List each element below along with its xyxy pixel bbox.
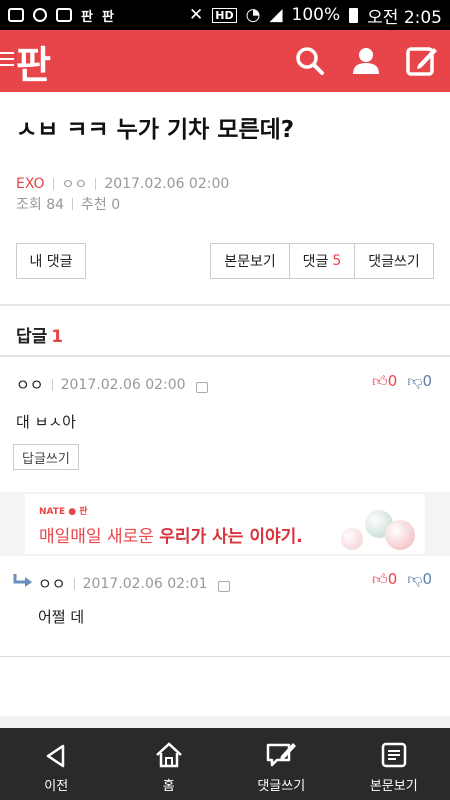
nav-back-label: 이전: [44, 779, 69, 794]
document-icon: [381, 742, 406, 768]
battery-text: 100%: [291, 5, 341, 25]
comments-tab-button[interactable]: 댓글 5: [289, 243, 355, 279]
write-icon[interactable]: [405, 44, 439, 78]
my-comments-button[interactable]: 내 댓글: [16, 243, 86, 279]
post-meta: EXO ㅇㅇ 2017.02.06 02:00: [16, 174, 229, 194]
thumbs-up-icon: 👍︎: [372, 570, 388, 588]
nav-write-comment[interactable]: 댓글쓰기: [225, 728, 338, 800]
post-recommends: 추천 0: [81, 197, 121, 213]
upvote-button[interactable]: 👍︎0: [372, 570, 397, 589]
thumbs-down-icon: 👎︎: [407, 570, 423, 588]
view-post-button[interactable]: 본문보기: [210, 243, 290, 279]
comments-count: 5: [332, 253, 342, 269]
hd-icon: HD: [212, 7, 237, 23]
nav-view-post-label: 본문보기: [369, 779, 418, 794]
nav-write-comment-label: 댓글쓰기: [257, 779, 306, 794]
ad-text-plain: 매일매일 새로운: [39, 527, 160, 547]
back-icon: [47, 744, 65, 768]
comments-label: 댓글: [302, 254, 329, 270]
signal-icon: ◢: [269, 5, 283, 25]
nav-home[interactable]: 홈: [113, 728, 226, 800]
app-badge-1: 판: [81, 9, 93, 25]
thumbs-down-icon: 👎︎: [407, 372, 423, 390]
wifi-icon: ◔: [245, 5, 261, 25]
image-notification-icon: [56, 8, 72, 22]
report-icon[interactable]: [195, 382, 208, 393]
bottom-nav: 이전 홈 댓글쓰기 본문보기: [0, 728, 450, 800]
status-bar: 판 판 ✕ HD ◔ ◢ 100% 오전 2:05: [0, 0, 450, 30]
comment-votes: 👍︎0 👎︎0: [372, 570, 432, 589]
comment-header: ㅇㅇ 2017.02.06 02:00: [16, 374, 208, 395]
footer-strip: [0, 716, 450, 728]
post-title: ㅅㅂ ㅋㅋ 누가 기차 모른데?: [16, 117, 295, 143]
chat-notification-icon: [8, 8, 24, 22]
write-comment-button[interactable]: 댓글쓰기: [354, 243, 434, 279]
upvote-count: 0: [387, 570, 398, 588]
thumbs-up-icon: 👍︎: [372, 372, 388, 390]
divider: [51, 378, 53, 391]
ad-text: 매일매일 새로운 우리가 사는 이야기.: [39, 522, 303, 547]
divider: [52, 178, 54, 190]
comment-body: 어쩔 데: [38, 608, 85, 626]
upvote-button[interactable]: 👍︎0: [372, 372, 397, 391]
search-icon[interactable]: [293, 44, 327, 78]
post-views: 조회 84: [16, 197, 65, 213]
comment-votes: 👍︎0 👎︎0: [372, 372, 432, 391]
upvote-count: 0: [387, 372, 398, 390]
replies-header: 답글 1: [16, 322, 63, 347]
replies-label: 답글: [16, 327, 48, 347]
pearl-image: [385, 520, 415, 550]
post-category[interactable]: EXO: [16, 176, 45, 192]
reply-button-label: 답글쓰기: [22, 451, 70, 467]
report-icon[interactable]: [217, 581, 230, 592]
divider: [0, 355, 450, 357]
nav-back[interactable]: 이전: [0, 728, 113, 800]
mute-icon: ✕: [189, 5, 204, 25]
view-post-label: 본문보기: [224, 254, 276, 270]
logo[interactable]: 판: [16, 34, 51, 89]
comment-header: ㅇㅇ 2017.02.06 02:01: [38, 573, 230, 594]
replies-count: 1: [51, 327, 64, 347]
post-date: 2017.02.06 02:00: [104, 176, 230, 192]
divider: [72, 198, 74, 210]
reply-arrow-icon: [13, 574, 32, 587]
comment-author: ㅇㅇ: [38, 575, 66, 593]
status-right: ✕ HD ◔ ◢ 100% 오전 2:05: [189, 3, 442, 28]
divider: [0, 656, 450, 657]
post-stats: 조회 84 추천 0: [16, 194, 120, 214]
write-comment-label: 댓글쓰기: [368, 254, 420, 270]
comment-date: 2017.02.06 02:00: [60, 376, 186, 393]
comment-body: 대 ㅂㅅ아: [16, 413, 76, 431]
ad-text-bold: 우리가 사는 이야기.: [159, 527, 303, 547]
comment-author: ㅇㅇ: [16, 376, 44, 394]
battery-icon: [349, 7, 359, 23]
write-comment-icon: [267, 743, 297, 767]
reply-button[interactable]: 답글쓰기: [13, 444, 79, 470]
downvote-button[interactable]: 👎︎0: [407, 570, 432, 589]
downvote-button[interactable]: 👎︎0: [407, 372, 432, 391]
status-left: 판 판: [8, 6, 114, 25]
app-header: 판: [0, 30, 450, 92]
circle-notification-icon: [33, 8, 47, 22]
app-badge-2: 판: [101, 9, 114, 25]
ad-banner[interactable]: NATE ● 판 매일매일 새로운 우리가 사는 이야기.: [25, 494, 425, 554]
nav-home-label: 홈: [162, 779, 175, 794]
downvote-count: 0: [422, 372, 433, 390]
clock: 오전 2:05: [367, 7, 442, 28]
divider: [73, 577, 75, 590]
post-author: ㅇㅇ: [61, 177, 88, 193]
divider: [95, 178, 97, 190]
ad-brand: NATE ● 판: [39, 507, 88, 517]
downvote-count: 0: [422, 570, 433, 588]
menu-icon[interactable]: [0, 52, 14, 68]
pearl-image: [341, 528, 363, 550]
nav-view-post[interactable]: 본문보기: [338, 728, 450, 800]
user-icon[interactable]: [349, 44, 383, 78]
comment-date: 2017.02.06 02:01: [82, 575, 208, 592]
divider: [0, 304, 450, 306]
my-comments-label: 내 댓글: [29, 254, 73, 270]
home-icon: [155, 742, 182, 768]
